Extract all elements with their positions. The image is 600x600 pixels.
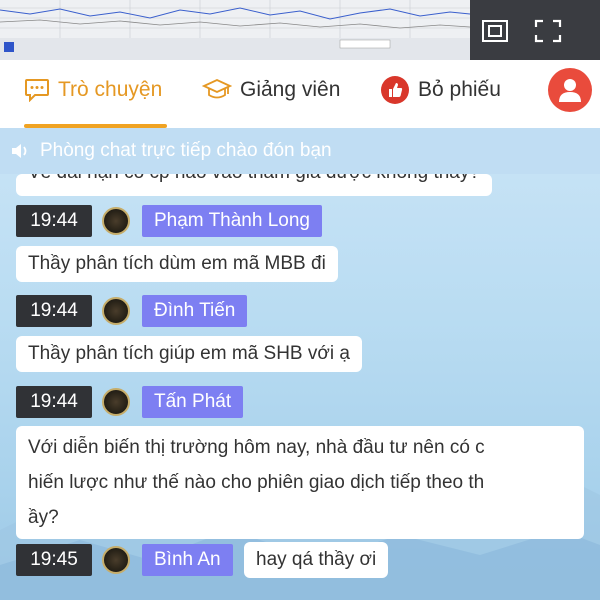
tab-chat[interactable]: Trò chuyện	[24, 60, 162, 120]
fullscreen-icon[interactable]	[531, 16, 565, 46]
tab-bar: Trò chuyện Giảng viên Bỏ phiếu	[0, 60, 600, 128]
message-text: Thầy phân tích giúp em mã SHB với ạ	[28, 343, 350, 364]
avatar[interactable]	[102, 207, 130, 235]
user-name-badge[interactable]: Bình An	[142, 544, 233, 576]
message-text: Thầy phân tích dùm em mã MBB đi	[28, 253, 326, 274]
message-text-line: hiến lược như thế nào cho phiên giao dịc…	[28, 472, 485, 493]
message-text: hay qá thầy ơi	[256, 549, 377, 570]
user-name-badge[interactable]: Phạm Thành Long	[142, 205, 322, 237]
profile-button[interactable]	[548, 68, 592, 112]
video-frame	[0, 0, 470, 60]
message-header: 19:45 Bình An	[16, 543, 233, 577]
picture-in-picture-icon[interactable]	[478, 16, 512, 46]
avatar[interactable]	[102, 546, 130, 574]
message-header: 19:44 Tấn Phát	[16, 385, 244, 419]
message-bubble: hay qá thầy ơi	[244, 542, 389, 578]
video-player[interactable]	[0, 0, 600, 60]
tab-vote-label: Bỏ phiếu	[418, 78, 501, 101]
welcome-notice: Phòng chat trực tiếp chào đón bạn	[0, 128, 600, 174]
user-icon	[557, 77, 583, 103]
speaker-icon	[10, 141, 32, 161]
welcome-notice-text: Phòng chat trực tiếp chào đón bạn	[40, 140, 332, 161]
message-bubble: Thầy phân tích dùm em mã MBB đi	[16, 246, 338, 282]
message-text-line: Với diễn biến thị trường hôm nay, nhà đầ…	[28, 437, 485, 458]
message-bubble: Với diễn biến thị trường hôm nay, nhà đầ…	[16, 426, 584, 539]
message-header: 19:44 Đình Tiến	[16, 294, 248, 328]
message-text-line: ầy?	[28, 507, 59, 528]
message-bubble: Về dài hạn có cp nào vào tham gia được k…	[16, 174, 492, 196]
tab-chat-label: Trò chuyện	[58, 78, 163, 101]
chat-bubble-icon	[24, 78, 50, 102]
message-time: 19:45	[16, 544, 92, 576]
message-time: 19:44	[16, 295, 92, 327]
thumbs-up-icon	[380, 75, 410, 105]
message-time: 19:44	[16, 205, 92, 237]
tab-vote[interactable]: Bỏ phiếu	[380, 60, 501, 120]
chat-panel[interactable]: Phòng chat trực tiếp chào đón bạn Về dài…	[0, 128, 600, 600]
message-bubble: Thầy phân tích giúp em mã SHB với ạ	[16, 336, 362, 372]
graduation-cap-icon	[202, 77, 232, 103]
tab-teacher[interactable]: Giảng viên	[202, 60, 340, 120]
user-name-badge[interactable]: Đình Tiến	[142, 295, 248, 327]
tab-teacher-label: Giảng viên	[240, 78, 341, 101]
user-name-badge[interactable]: Tấn Phát	[142, 386, 244, 418]
avatar[interactable]	[102, 297, 130, 325]
avatar[interactable]	[102, 388, 130, 416]
message-header: 19:44 Phạm Thành Long	[16, 204, 322, 238]
message-text: Về dài hạn có cp nào vào tham gia được k…	[28, 174, 480, 184]
message-time: 19:44	[16, 386, 92, 418]
